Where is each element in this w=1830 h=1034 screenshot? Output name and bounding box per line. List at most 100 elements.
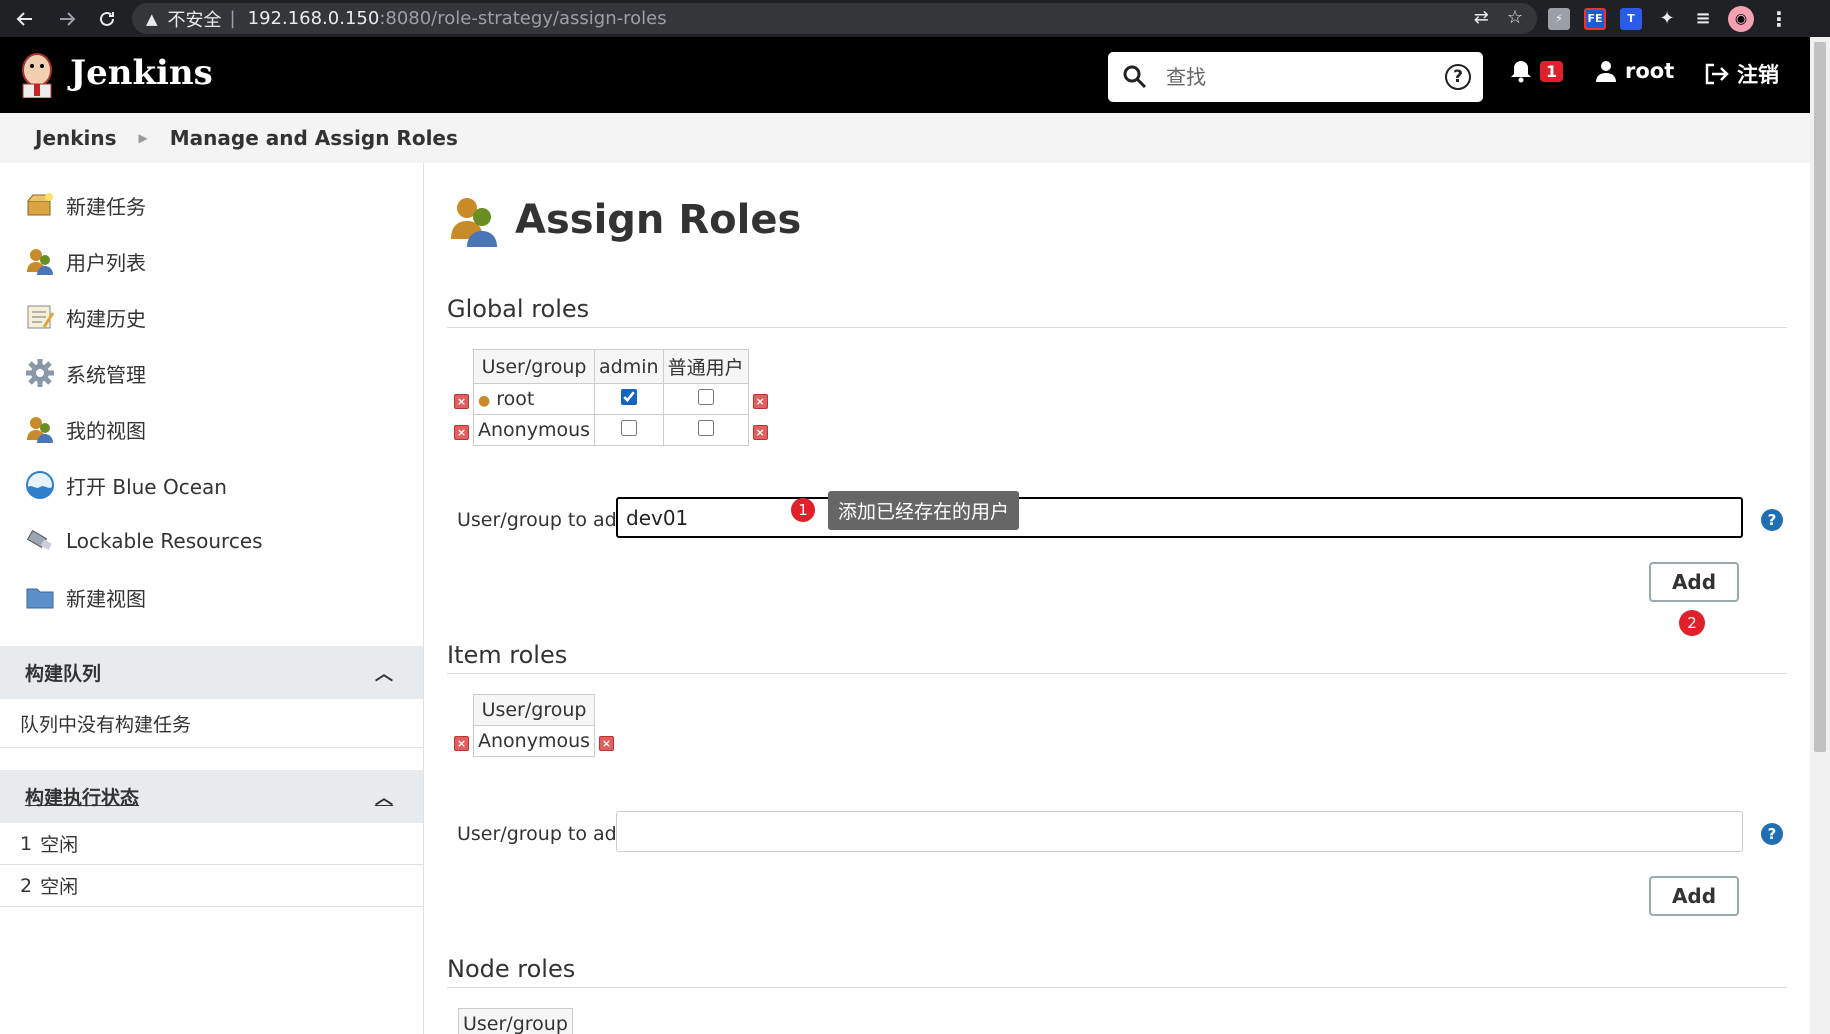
role-checkbox-admin[interactable] [620, 420, 637, 436]
reload-icon[interactable] [90, 0, 124, 37]
table-row: × Anonymous × [450, 725, 618, 757]
add-user-label: User/group to add [457, 823, 629, 845]
executor-number: 2 [20, 874, 33, 897]
reading-list-icon[interactable]: ≡ [1692, 8, 1714, 30]
delete-row-icon[interactable]: × [599, 736, 615, 751]
sidebar-item-manage[interactable]: 系统管理 [0, 345, 423, 401]
role-checkbox-normal[interactable] [697, 389, 714, 405]
executors-header[interactable]: 构建执行状态 ︿ [0, 770, 423, 823]
executor-row: 1 空闲 [0, 823, 423, 865]
url-host: 192.168.0.150 [247, 8, 380, 29]
delete-row-icon[interactable]: × [454, 736, 469, 751]
item-add-user-input[interactable] [616, 811, 1743, 852]
notepad-icon [27, 305, 54, 329]
help-icon[interactable]: ? [1761, 509, 1783, 531]
add-user-label: User/group to add [457, 509, 629, 531]
logout-button[interactable]: 注销 [1705, 59, 1779, 89]
item-add-button[interactable]: Add [1649, 876, 1739, 916]
sidebar-item-label: 用户列表 [66, 250, 146, 275]
breadcrumb: Jenkins ▶ Manage and Assign Roles [0, 113, 1810, 163]
help-icon[interactable]: ? [1445, 64, 1471, 90]
sidebar-item-lockable-resources[interactable]: Lockable Resources [0, 513, 423, 569]
executor-state: 空闲 [40, 876, 79, 898]
build-queue-header[interactable]: 构建队列 ︿ [0, 646, 423, 699]
column-header: User/group [472, 349, 596, 384]
sidebar-item-new-item[interactable]: 新建任务 [0, 177, 423, 233]
insecure-label: 不安全 [167, 9, 222, 31]
puzzle-icon[interactable]: ✦ [1656, 8, 1678, 30]
bookmark-star-icon[interactable]: ☆ [1507, 7, 1523, 28]
delete-row-icon[interactable]: × [752, 425, 768, 440]
sidebar-item-label: 新建视图 [66, 586, 146, 611]
sidebar: 新建任务 用户列表 构建历史 系统管理 我的视图 打开 Blue Ocean L… [0, 163, 424, 1034]
translate-extension-icon[interactable]: T [1620, 7, 1642, 30]
user-name: Anonymous [478, 419, 591, 441]
step-marker-2: 2 [1679, 610, 1705, 636]
user-name: Anonymous [478, 730, 591, 752]
column-header: User/group [472, 694, 596, 726]
back-icon[interactable] [8, 0, 42, 37]
item-roles-table: User/group × Anonymous × [450, 694, 618, 757]
breadcrumb-jenkins[interactable]: Jenkins [35, 126, 117, 150]
role-checkbox-admin[interactable] [620, 389, 637, 405]
gear-icon [26, 359, 54, 387]
column-header: admin [594, 349, 664, 384]
delete-row-icon[interactable]: × [454, 425, 469, 440]
sidebar-item-users[interactable]: 用户列表 [0, 233, 423, 289]
address-bar[interactable]: ▲ 不安全 | 192.168.0.150 :8080/role-strateg… [132, 3, 1537, 34]
scrollbar-thumb[interactable] [1814, 42, 1826, 752]
sidebar-item-label: 打开 Blue Ocean [66, 474, 227, 499]
executor-number: 1 [20, 832, 33, 855]
sidebar-item-label: 构建历史 [66, 306, 146, 331]
translate-icon[interactable]: ⇄ [1474, 7, 1489, 28]
table-row: × Anonymous × [450, 414, 772, 446]
bell-icon [1511, 61, 1531, 83]
notifications-button[interactable]: 1 [1510, 59, 1564, 83]
table-row: × ● root × [450, 383, 772, 415]
global-add-user-input[interactable] [616, 497, 1743, 538]
delete-row-icon[interactable]: × [454, 394, 469, 409]
role-checkbox-normal[interactable] [697, 420, 714, 436]
chevron-up-icon[interactable]: ︿ [375, 660, 393, 686]
jenkins-logo-icon[interactable] [18, 50, 56, 98]
sidebar-item-build-history[interactable]: 构建历史 [0, 289, 423, 345]
app-title[interactable]: Jenkins [70, 53, 213, 93]
executor-row: 2 空闲 [0, 865, 423, 907]
executors-title[interactable]: 构建执行状态 [25, 783, 139, 810]
page-title-row: Assign Roles [447, 193, 801, 247]
search-icon [1123, 65, 1147, 89]
search-box: ? [1108, 52, 1483, 102]
users-icon [27, 249, 53, 275]
sidebar-item-new-view[interactable]: 新建视图 [0, 569, 423, 625]
search-input[interactable] [1166, 65, 1426, 89]
user-name: root [496, 388, 535, 410]
forward-icon[interactable] [50, 0, 84, 37]
warning-triangle-icon: ▲ [146, 9, 158, 28]
assign-roles-icon [451, 198, 497, 247]
breadcrumb-chevron-icon: ▶ [138, 131, 148, 145]
global-add-button[interactable]: Add [1649, 562, 1739, 602]
folder-icon [26, 588, 54, 609]
column-header: User/group [458, 1008, 573, 1034]
node-roles-table: User/group [450, 1008, 573, 1034]
sidebar-item-blue-ocean[interactable]: 打开 Blue Ocean [0, 457, 423, 513]
help-icon[interactable]: ? [1761, 823, 1783, 845]
page-scrollbar[interactable] [1810, 37, 1830, 1034]
profile-avatar-icon[interactable]: ◉ [1728, 5, 1754, 32]
sidebar-item-my-views[interactable]: 我的视图 [0, 401, 423, 457]
extension-icon[interactable]: ⚡ [1548, 7, 1570, 30]
chevron-up-icon[interactable]: ︿ [375, 784, 393, 810]
user-menu[interactable]: root [1595, 59, 1674, 83]
global-roles-heading: Global roles [447, 295, 1787, 328]
more-menu-icon[interactable]: ⋮ [1768, 7, 1790, 31]
new-item-icon [27, 193, 53, 216]
notification-count-badge: 1 [1540, 60, 1564, 82]
blue-ocean-icon [26, 471, 54, 499]
delete-row-icon[interactable]: × [752, 394, 768, 409]
breadcrumb-manage-roles[interactable]: Manage and Assign Roles [170, 126, 458, 150]
user-icon: ● [478, 393, 491, 409]
user-name: root [1625, 59, 1675, 83]
step-marker-1: 1 [791, 498, 815, 522]
jenkins-header: Jenkins ? 1 root 注销 [0, 37, 1810, 113]
fe-extension-icon[interactable]: FE [1584, 7, 1606, 30]
